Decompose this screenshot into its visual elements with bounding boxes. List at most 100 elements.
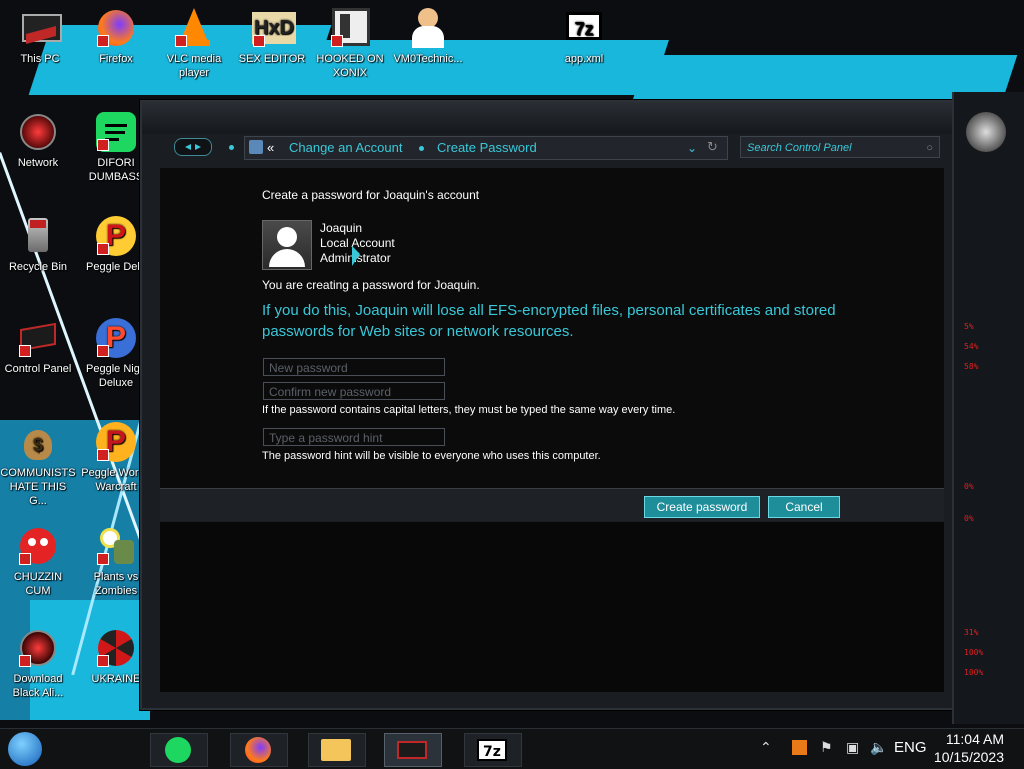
flag-icon[interactable]: ⚑ [820, 740, 833, 756]
show-hidden-icons-icon[interactable]: ⌃ [760, 740, 772, 756]
input-language[interactable]: ENG [894, 739, 927, 756]
field-placeholder: Confirm new password [269, 385, 392, 399]
desktop-icon-label: HOOKED ON XONIX [316, 53, 384, 79]
taskbar-7zip[interactable]: 7z [464, 733, 522, 767]
folder-icon [321, 739, 351, 761]
new-password-field[interactable]: New password [263, 358, 445, 376]
gadget-readout: 0% [964, 482, 974, 491]
desktop-icon-label: Peggle Nigh Deluxe [86, 363, 146, 389]
gadget-readout: 0% [964, 514, 974, 523]
money-bag-icon: $ [18, 422, 58, 462]
create-password-panel: Create a password for Joaquin's account … [160, 168, 944, 490]
forward-arrow-icon [195, 144, 201, 150]
search-placeholder: Search Control Panel [747, 142, 852, 154]
desktop-icon-hex-editor[interactable]: HxD SEX EDITOR [234, 8, 310, 66]
volume-icon[interactable]: 🔈 [870, 740, 887, 756]
taskbar-firefox[interactable] [230, 733, 288, 767]
desktop-icon-label: VLC media player [166, 53, 222, 79]
action-bar: Create password Cancel [160, 488, 944, 521]
cancel-button[interactable]: Cancel [768, 496, 840, 518]
desktop-icon-chuzzle[interactable]: CHUZZIN CUM [0, 526, 76, 598]
desktop-icon-this-pc[interactable]: This PC [2, 8, 78, 66]
tray-app-icon[interactable] [792, 740, 807, 755]
taskbar: 7z ⌃ ⚑ ▣ 🔈 ENG 11:04 AM 10/15/2023 [0, 728, 1024, 769]
desktop-icon-network[interactable]: Network [0, 112, 76, 170]
start-button[interactable] [8, 732, 42, 766]
peggle-icon: P [96, 318, 136, 358]
network-icon [18, 112, 58, 152]
system-monitor-gadget: 5% 54% 58% 0% 0% 31% 100% 100% [952, 92, 1024, 724]
desktop-icon-communists[interactable]: $ COMMUNISTS HATE THIS G... [0, 422, 76, 508]
taskbar-clock[interactable]: 11:04 AM 10/15/2023 [934, 730, 1004, 766]
chuzzle-icon [18, 526, 58, 566]
desktop-icon-xonix[interactable]: HOOKED ON XONIX [312, 8, 388, 80]
desktop-icon-label: UKRAINE [91, 673, 141, 685]
vlc-icon [174, 8, 214, 48]
pvz-icon [96, 526, 136, 566]
desktop-icon-label: Network [17, 157, 59, 169]
refresh-icon[interactable]: ↻ [707, 140, 718, 155]
network-icon[interactable]: ▣ [846, 740, 859, 756]
desktop-icon-label: DIFORI DUMBASS [88, 157, 144, 183]
gadget-readout: 31% [964, 628, 979, 637]
firefox-icon [245, 737, 271, 763]
desktop-icon-label: app.xml [564, 53, 604, 65]
taskbar-spotify[interactable] [150, 733, 208, 767]
control-panel-icon [397, 741, 427, 759]
mouse-cursor-icon [352, 246, 360, 266]
desktop-icon-label: Plants vs Zombies [93, 571, 139, 597]
desktop-icon-firefox[interactable]: Firefox [78, 8, 154, 66]
desktop-icon-label: Firefox [99, 53, 133, 65]
clock-time: 11:04 AM [945, 731, 1004, 747]
window-title-bar[interactable] [142, 102, 962, 134]
gadget-readout: 58% [964, 362, 979, 371]
desktop-icon-label: SEX EDITOR [238, 53, 306, 65]
spotify-icon [96, 112, 136, 152]
chevron-down-icon[interactable]: ⌄ [687, 141, 697, 155]
control-panel-icon [249, 140, 263, 154]
search-input[interactable]: Search Control Panel ○ [740, 136, 940, 158]
desktop-icon-label: Recycle Bin [8, 261, 68, 273]
firefox-icon [96, 8, 136, 48]
breadcrumb-create-password[interactable]: Create Password [437, 140, 537, 155]
desktop-icon-black-alien[interactable]: Download Black Ali... [0, 628, 76, 700]
breadcrumb-separator-icon [419, 146, 424, 151]
efs-warning-text: If you do this, Joaquin will lose all EF… [262, 302, 836, 340]
password-hint-field[interactable]: Type a password hint [263, 428, 445, 446]
field-placeholder: Type a password hint [269, 431, 383, 445]
gadget-readout: 5% [964, 322, 974, 331]
back-button[interactable] [174, 138, 212, 156]
desktop-icon-control-panel[interactable]: Control Panel [0, 318, 76, 376]
desktop-icon-vm0technic[interactable]: VM0Technic... [390, 8, 466, 66]
desktop-icon-label: Download Black Ali... [12, 673, 64, 699]
desktop-icon-label: VM0Technic... [393, 53, 463, 65]
user-silhouette-icon [277, 227, 297, 247]
7zip-icon: 7z [477, 739, 507, 761]
create-password-button[interactable]: Create password [644, 496, 760, 518]
back-arrow-icon [185, 144, 191, 150]
breadcrumb-change-account[interactable]: Change an Account [289, 140, 402, 155]
7zip-icon: 7z [564, 8, 604, 48]
user-avatar [262, 220, 312, 270]
taskbar-control-panel[interactable] [384, 733, 442, 767]
control-panel-icon [18, 318, 58, 358]
capital-letters-note: If the password contains capital letters… [262, 404, 676, 416]
window-empty-area [160, 522, 944, 692]
taskbar-file-explorer[interactable] [308, 733, 366, 767]
desktop-icon-recycle-bin[interactable]: Recycle Bin [0, 216, 76, 274]
nav-buttons [174, 134, 214, 160]
confirm-password-field[interactable]: Confirm new password [263, 382, 445, 400]
desktop-icon-label: Control Panel [4, 363, 72, 375]
recycle-bin-icon [18, 216, 58, 256]
breadcrumb-overflow[interactable]: « [267, 140, 274, 155]
peggle-icon: P [96, 216, 136, 256]
hint-visibility-note: The password hint will be visible to eve… [262, 450, 601, 462]
address-bar[interactable]: « Change an Account Create Password ⌄ ↻ [244, 136, 728, 160]
desktop-icon-vlc[interactable]: VLC media player [156, 8, 232, 80]
field-placeholder: New password [269, 361, 348, 375]
search-icon: ○ [926, 142, 933, 154]
recent-pages-dot[interactable] [229, 145, 234, 150]
control-panel-window: « Change an Account Create Password ⌄ ↻ … [140, 100, 964, 710]
desktop-icon-label: COMMUNISTS HATE THIS G... [0, 467, 76, 507]
desktop-icon-app-xml[interactable]: 7z app.xml [546, 8, 622, 66]
